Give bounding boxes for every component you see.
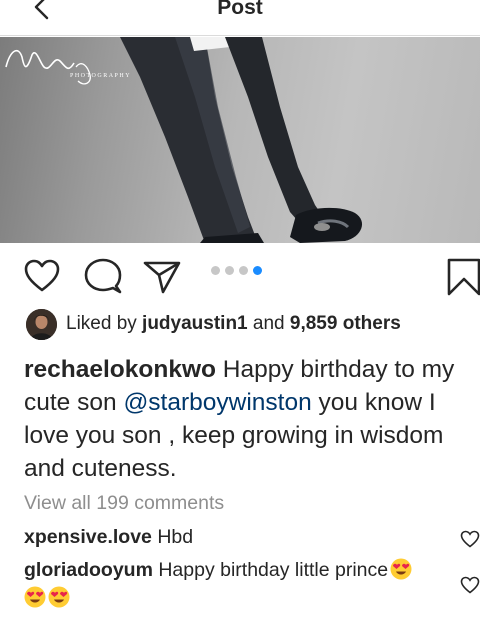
save-bookmark-icon[interactable]: [447, 258, 480, 296]
liker-username[interactable]: judyaustin1: [142, 313, 248, 335]
liker-avatar[interactable]: [26, 308, 57, 340]
share-send-icon[interactable]: [143, 260, 181, 294]
caption-username[interactable]: rechaelokonkwo: [24, 356, 216, 383]
top-bar: Post: [0, 0, 480, 36]
page-title: Post: [217, 0, 263, 19]
like-heart-icon[interactable]: [24, 259, 60, 293]
svg-text:PHOTOGRAPHY: PHOTOGRAPHY: [70, 73, 130, 79]
view-all-comments-link[interactable]: View all 199 comments: [24, 492, 224, 515]
likes-summary[interactable]: Liked by judyaustin1 and 9,859 others: [26, 308, 401, 340]
heart-eyes-emoji-icon: [24, 586, 46, 608]
comment-username[interactable]: xpensive.love: [24, 526, 152, 548]
carousel-indicator: [211, 266, 262, 276]
comment-item: gloriadooyum Happy birthday little princ…: [24, 556, 444, 612]
comment-text: Happy birthday little prince: [152, 559, 389, 581]
caption-mention[interactable]: @starboywinston: [123, 389, 311, 416]
carousel-dot-active: [253, 266, 262, 275]
comment-text: Hbd: [151, 526, 194, 548]
carousel-dot: [225, 266, 234, 275]
carousel-dot: [211, 266, 220, 275]
post-caption: rechaelokonkwo Happy birthday to my cute…: [24, 353, 476, 485]
post-action-bar: [0, 243, 480, 309]
photographer-watermark-logo: PHOTOGRAPHY: [5, 49, 130, 85]
comment-item: xpensive.love Hbd: [24, 523, 444, 551]
post-photo[interactable]: PHOTOGRAPHY: [0, 37, 480, 243]
comment-like-heart-icon[interactable]: [460, 530, 480, 548]
likes-prefix: Liked by: [66, 313, 143, 334]
comment-username[interactable]: gloriadooyum: [24, 559, 153, 581]
heart-eyes-emoji-icon: [48, 586, 70, 608]
comment-like-heart-icon[interactable]: [460, 576, 480, 594]
heart-eyes-emoji-icon: [390, 558, 412, 580]
likes-middle: and: [247, 313, 290, 334]
comment-bubble-icon[interactable]: [84, 258, 122, 294]
likes-others-count[interactable]: 9,859 others: [290, 313, 401, 335]
carousel-dot: [239, 266, 248, 275]
